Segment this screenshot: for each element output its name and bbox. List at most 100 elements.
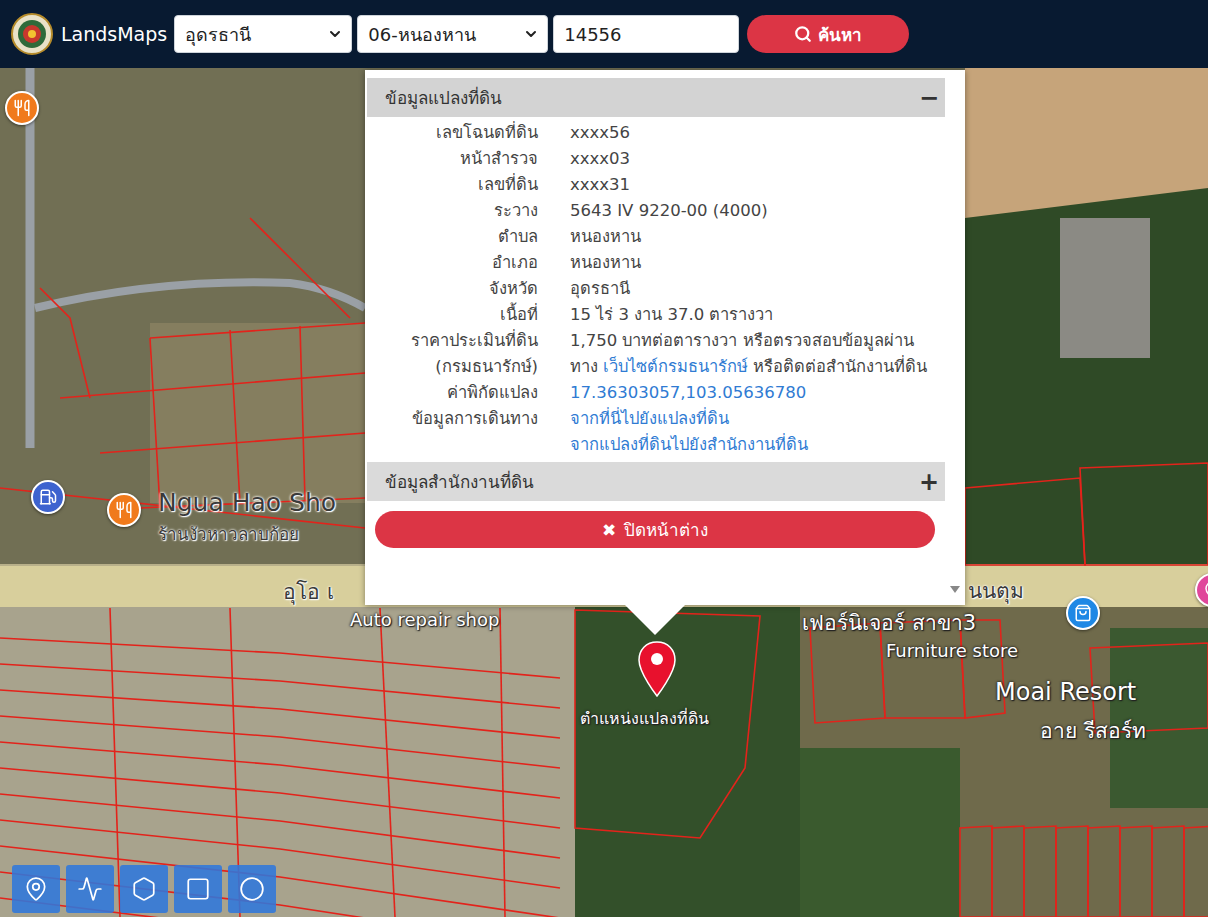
- expand-toggle[interactable]: +: [919, 468, 939, 496]
- map-label: Auto repair shop: [350, 609, 499, 630]
- district-select[interactable]: 06-หนองหาน: [357, 15, 548, 53]
- brand[interactable]: LandsMaps: [11, 13, 167, 55]
- fuel-icon: [39, 488, 57, 506]
- draw-tool-button[interactable]: [228, 865, 276, 913]
- rectangle-icon: [185, 876, 211, 902]
- circle-icon: [239, 876, 265, 902]
- info-link[interactable]: เว็บไซต์กรมธนารักษ์: [603, 357, 748, 376]
- polygon-icon: [131, 876, 157, 902]
- info-text: 1,750 บาทต่อตารางวา หรือตรวจสอบข้อมูลผ่า…: [570, 331, 914, 350]
- place-icon: [1203, 581, 1208, 599]
- draw-tool-button[interactable]: [120, 865, 168, 913]
- search-icon: [794, 25, 812, 43]
- info-label: หน้าสำรวจ: [367, 146, 538, 172]
- info-text: อุดรธานี: [570, 279, 630, 298]
- info-value: 1,750 บาทต่อตารางวา หรือตรวจสอบข้อมูลผ่า…: [570, 328, 945, 380]
- info-value: xxxx31: [570, 172, 945, 198]
- poi-pin[interactable]: [1066, 596, 1100, 630]
- info-label: ค่าพิกัดแปลง: [367, 380, 538, 406]
- collapse-toggle[interactable]: −: [919, 84, 939, 112]
- map-label: นนตุม: [968, 574, 1024, 607]
- draw-toolbar: [12, 865, 276, 913]
- info-text: xxxx03: [570, 149, 630, 168]
- province-select[interactable]: อุดรธานี: [174, 15, 352, 53]
- chevron-down-icon: [327, 26, 343, 42]
- info-row: ตำบล หนองหาน: [367, 224, 945, 250]
- draw-tool-button[interactable]: [66, 865, 114, 913]
- parcel-info-popup: ข้อมูลแปลงที่ดิน−เลขโฉนดที่ดินxxxx56หน้า…: [365, 70, 965, 605]
- info-value: จากที่นี่ไปยังแปลงที่ดินจากแปลงที่ดินไปย…: [570, 406, 945, 458]
- info-text: ทาง: [570, 357, 603, 376]
- info-text: หนองหาน: [570, 227, 641, 246]
- map-label: อาย รีสอร์ท: [1040, 714, 1146, 747]
- logo-icon: [11, 13, 53, 55]
- info-label: เลขที่ดิน: [367, 172, 538, 198]
- info-text: xxxx31: [570, 175, 630, 194]
- info-row: หน้าสำรวจ xxxx03: [367, 146, 945, 172]
- info-value: หนองหาน: [570, 250, 945, 276]
- info-row: อำเภอ หนองหาน: [367, 250, 945, 276]
- info-row: ค่าพิกัดแปลง 17.36303057,103.05636780: [367, 380, 945, 406]
- info-row: เนื้อที่15 ไร่ 3 งาน 37.0 ตารางวา: [367, 302, 945, 328]
- map-label: Furniture store: [886, 640, 1018, 661]
- info-text: หรือติดต่อสำนักงานที่ดิน: [748, 357, 927, 376]
- map-label: Moai Resort: [995, 678, 1136, 706]
- info-row: ข้อมูลการเดินทาง จากที่นี่ไปยังแปลงที่ดิน…: [367, 406, 945, 458]
- parcel-info-table: เลขโฉนดที่ดิน xxxx56 หน้าสำรวจ xxxx03 เลขที่…: [367, 117, 945, 462]
- info-value: 17.36303057,103.05636780: [570, 380, 945, 406]
- info-value: xxxx03: [570, 146, 945, 172]
- info-row: ราคาประเมินที่ดิน(กรมธนารักษ์) 1,750 บาทต…: [367, 328, 945, 380]
- info-value: xxxx56: [570, 120, 945, 146]
- draw-tool-button[interactable]: [174, 865, 222, 913]
- info-value: 15 ไร่ 3 งาน 37.0 ตารางวา: [570, 302, 945, 328]
- info-link[interactable]: จากแปลงที่ดินไปยังสำนักงานที่ดิน: [570, 435, 808, 454]
- poi-pin[interactable]: [5, 91, 39, 125]
- info-row: จังหวัด อุดรธานี: [367, 276, 945, 302]
- info-text: หนองหาน: [570, 253, 641, 272]
- marker-label: ตำแหน่งแปลงที่ดิน: [580, 706, 709, 731]
- info-label: เลขโฉนดที่ดิน: [367, 120, 538, 146]
- info-label: อำเภอ: [367, 250, 538, 276]
- brand-name: LandsMaps: [61, 23, 167, 45]
- chevron-down-icon: [523, 26, 539, 42]
- map-label: Ngua Hao Sho: [158, 488, 336, 517]
- restaurant-icon: [13, 99, 31, 117]
- map-label: อุโอ เ: [283, 575, 334, 608]
- parcel-number-input[interactable]: 14556: [553, 15, 739, 53]
- map-area: Ngua Hao Sho ร้านงัวหาวลาบก้อยอุโอ เ Auto …: [0, 68, 1208, 917]
- point-icon: [23, 876, 49, 902]
- polyline-icon: [77, 876, 103, 902]
- info-label: ระวาง: [367, 198, 538, 224]
- info-text: 15 ไร่ 3 งาน 37.0 ตารางวา: [570, 305, 773, 324]
- parcel-info-header[interactable]: ข้อมูลแปลงที่ดิน−: [367, 78, 945, 117]
- parcel-marker-icon[interactable]: [637, 640, 677, 700]
- restaurant-icon: [115, 501, 133, 519]
- poi-pin[interactable]: [31, 480, 65, 514]
- search-button[interactable]: ค้นหา: [747, 15, 909, 53]
- map-label: ร้านงัวหาวลาบก้อย: [158, 520, 299, 547]
- navbar: LandsMaps อุดรธานี06-หนองหาน14556ค้นหา: [0, 0, 1208, 68]
- info-link[interactable]: 17.36303057,103.05636780: [570, 383, 806, 402]
- scrollbar[interactable]: [945, 70, 965, 605]
- scroll-down-icon[interactable]: [950, 586, 960, 593]
- info-label: จังหวัด: [367, 276, 538, 302]
- close-window-button[interactable]: ✖ปิดหน้าต่าง: [375, 511, 935, 548]
- info-label: ตำบล: [367, 224, 538, 250]
- info-row: เลขที่ดิน xxxx31: [367, 172, 945, 198]
- info-text: 5643 IV 9220-00 (4000): [570, 201, 768, 220]
- info-value: หนองหาน: [570, 224, 945, 250]
- landsmaps-page: LandsMapsอุดรธานี06-หนองหาน14556ค้นหาNgu…: [0, 0, 1208, 917]
- info-label: ข้อมูลการเดินทาง: [367, 406, 538, 458]
- land-office-header[interactable]: ข้อมูลสำนักงานที่ดิน+: [367, 462, 945, 501]
- info-row: ระวาง 5643 IV 9220-00 (4000): [367, 198, 945, 224]
- draw-tool-button[interactable]: [12, 865, 60, 913]
- info-value: 5643 IV 9220-00 (4000): [570, 198, 945, 224]
- info-label: ราคาประเมินที่ดิน(กรมธนารักษ์): [367, 328, 538, 380]
- close-icon: ✖: [602, 520, 616, 540]
- shop-icon: [1074, 604, 1092, 622]
- info-row: เลขโฉนดที่ดิน xxxx56: [367, 120, 945, 146]
- popup-content: ข้อมูลแปลงที่ดิน−เลขโฉนดที่ดินxxxx56หน้า…: [365, 70, 945, 605]
- poi-pin[interactable]: [107, 493, 141, 527]
- info-value: อุดรธานี: [570, 276, 945, 302]
- info-link[interactable]: จากที่นี่ไปยังแปลงที่ดิน: [570, 409, 729, 428]
